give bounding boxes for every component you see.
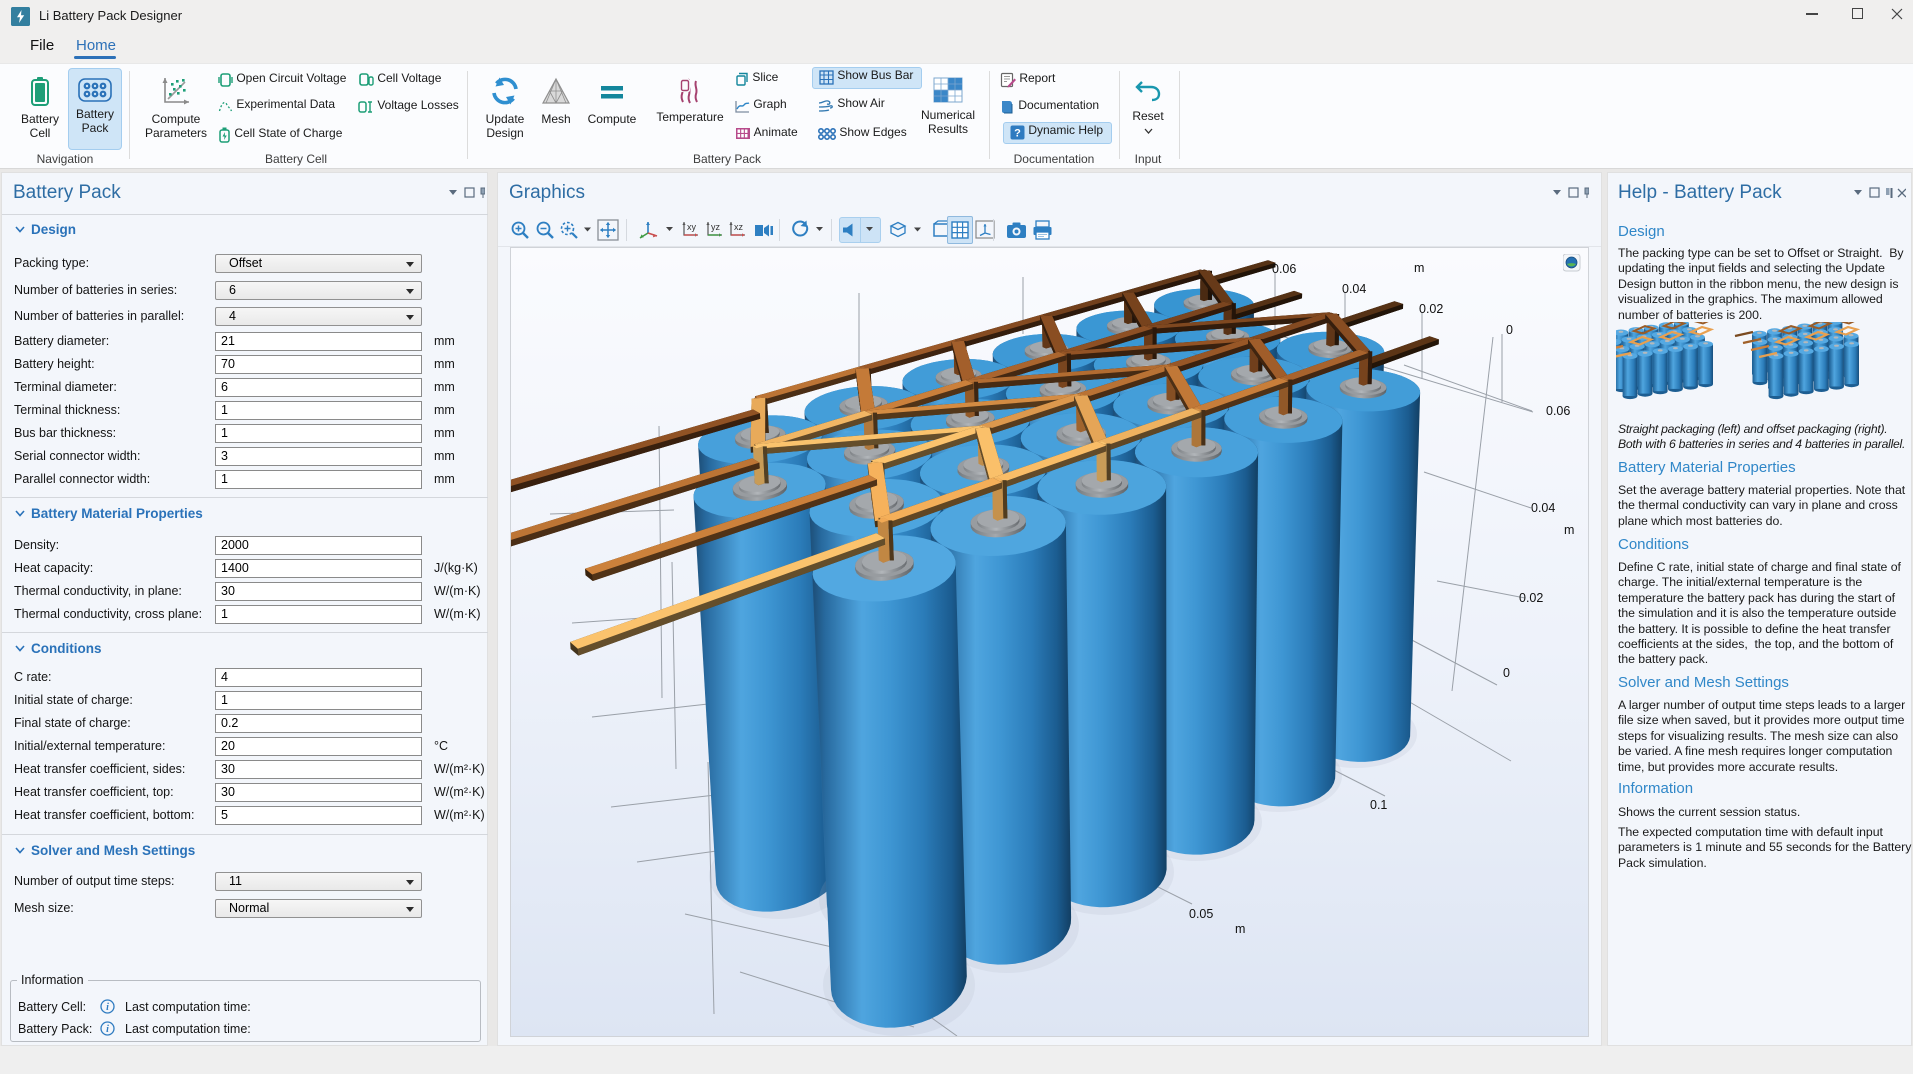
svg-text:i: i	[106, 1002, 109, 1013]
svg-text:?: ?	[1014, 128, 1021, 140]
svg-text:xy: xy	[687, 222, 697, 232]
svg-text:i: i	[106, 1024, 109, 1035]
svg-text:yz: yz	[711, 222, 721, 232]
svg-text:xz: xz	[734, 222, 744, 232]
